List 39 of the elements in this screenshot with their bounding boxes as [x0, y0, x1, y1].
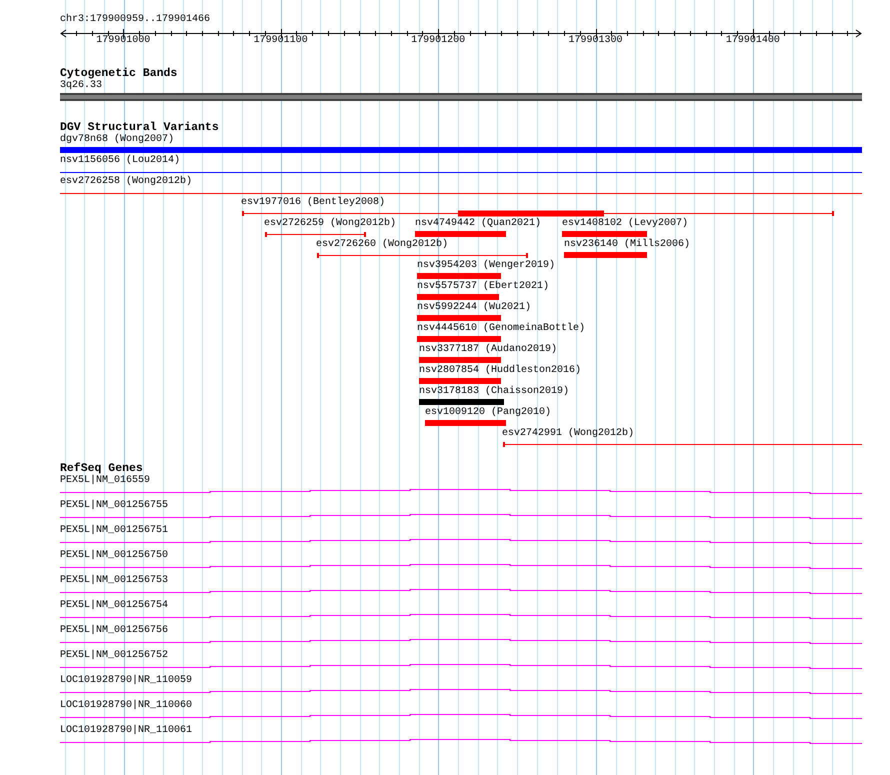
variant-label: nsv236140 (Mills2006): [564, 239, 690, 251]
gene-label: LOC101928790|NR_110061: [60, 725, 192, 736]
band-label: 3q26.33: [60, 80, 102, 91]
position-label: chr3:179900959..179901466: [60, 14, 210, 25]
variant-label: nsv3377187 (Audano2019): [419, 344, 558, 356]
variant-label: esv1009120 (Pang2010): [425, 407, 552, 419]
tick-label: 179901000: [96, 35, 150, 47]
variant-label: esv2726258 (Wong2012b): [60, 176, 192, 188]
gene-label: PEX5L|NM_001256756: [60, 625, 168, 636]
variant-label: dgv78n68 (Wong2007): [60, 134, 174, 146]
variant-label: nsv4445610 (GenomeinaBottle): [417, 323, 586, 335]
variant-label: nsv5992244 (Wu2021): [417, 302, 532, 314]
tick-label: 179901100: [254, 35, 308, 47]
gene-label: LOC101928790|NR_110059: [60, 675, 192, 686]
variant-label: nsv2807854 (Huddleston2016): [419, 365, 582, 377]
gene-label: PEX5L|NM_001256755: [60, 500, 168, 511]
gene-label: PEX5L|NM_016559: [60, 475, 150, 486]
gene-label: PEX5L|NM_001256751: [60, 525, 168, 536]
variant-label: nsv4749442 (Quan2021): [415, 218, 542, 230]
variant-label: esv2742991 (Wong2012b): [502, 428, 634, 440]
gene-label: PEX5L|NM_001256750: [60, 550, 168, 561]
track-title: RefSeq Genes: [60, 462, 143, 475]
variant-label: esv1977016 (Bentley2008): [241, 197, 386, 209]
tick-label: 179901400: [726, 35, 780, 47]
gene-label: PEX5L|NM_001256752: [60, 650, 168, 661]
variant-label: nsv3954203 (Wenger2019): [417, 260, 556, 272]
gene-label: PEX5L|NM_001256754: [60, 600, 168, 611]
variant-label: esv1408102 (Levy2007): [562, 218, 688, 230]
variant-label: nsv1156056 (Lou2014): [60, 155, 180, 167]
variant-label: nsv5575737 (Ebert2021): [417, 281, 550, 293]
tick-label: 179901200: [411, 35, 466, 47]
tick-label: 179901300: [568, 35, 622, 47]
variant-label: esv2726260 (Wong2012b): [316, 239, 448, 251]
variant-label: nsv3178183 (Chaisson2019): [419, 386, 570, 398]
gene-label: LOC101928790|NR_110060: [60, 700, 192, 711]
track-title: Cytogenetic Bands: [60, 67, 178, 80]
gene-label: PEX5L|NM_001256753: [60, 575, 168, 586]
track-title: DGV Structural Variants: [60, 121, 219, 134]
variant-label: esv2726259 (Wong2012b): [264, 218, 396, 230]
